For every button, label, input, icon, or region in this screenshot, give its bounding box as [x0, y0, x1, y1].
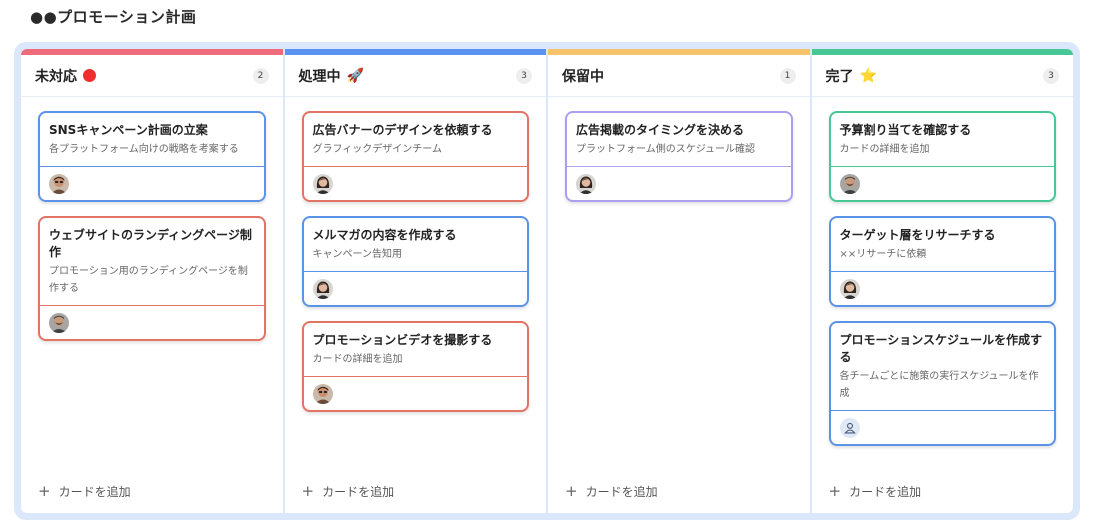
- column-title: 処理中: [298, 68, 341, 85]
- add-card-label: カードを追加: [58, 484, 131, 499]
- column-title: 未対応: [35, 68, 77, 85]
- card-description: プロモーション用のランディングページを制作する: [49, 266, 248, 294]
- star-icon: ⭐: [859, 67, 877, 84]
- add-card-button[interactable]: + カードを追加: [285, 469, 547, 513]
- column-1: 未対応 2 SNSキャンペーン計画の立案各プラットフォーム向けの戦略を考案するウェブ…: [21, 49, 283, 513]
- card-footer: [830, 166, 1054, 200]
- user-icon[interactable]: [839, 417, 860, 438]
- column-title: 保留中: [562, 68, 604, 85]
- card-description: キャンペーン告知用: [312, 249, 403, 260]
- column-3: 保留中 1 広告掲載のタイミングを決める プラットフォーム側のスケジュール確認 + カード…: [548, 49, 810, 513]
- add-card-button[interactable]: + カードを追加: [548, 469, 810, 513]
- card-count-badge: 2: [252, 67, 269, 84]
- card-description: グラフィックデザインチーム: [312, 144, 443, 155]
- avatar[interactable]: [49, 312, 69, 333]
- card-count-badge: 1: [779, 67, 796, 84]
- avatar[interactable]: [839, 173, 860, 194]
- add-card-label: カードを追加: [849, 484, 922, 499]
- card-list: 予算割り当てを確認する カードの詳細を追加ターゲット層をリサーチする ××リサーチに…: [812, 97, 1074, 469]
- avatar[interactable]: [312, 173, 333, 194]
- task-card[interactable]: プロモーションビデオを撮影する カードの詳細を追加: [301, 321, 529, 412]
- task-card[interactable]: SNSキャンペーン計画の立案各プラットフォーム向けの戦略を考案する: [38, 111, 266, 202]
- task-card[interactable]: 広告掲載のタイミングを決める プラットフォーム側のスケジュール確認: [565, 111, 793, 202]
- card-footer: [303, 166, 527, 200]
- card-description: 各チームごとに施策の実行スケジュールを作成: [839, 371, 1039, 399]
- card-title: 広告掲載のタイミングを決める: [576, 123, 745, 137]
- card-title: プロモーションビデオを撮影する: [312, 333, 493, 347]
- card-description: カードの詳細を追加: [312, 354, 403, 365]
- card-title: ターゲット層をリサーチする: [839, 228, 996, 242]
- plus-icon: +: [301, 481, 315, 500]
- plus-icon: +: [828, 481, 842, 500]
- column-2: 処理中 🚀 3 広告バナーのデザインを依頼する グラフィックデザインチーム メルマガの内容…: [284, 49, 547, 513]
- card-footer: [303, 376, 527, 410]
- card-footer: [567, 166, 791, 200]
- column-header[interactable]: 未対応 2: [21, 55, 283, 97]
- card-list: 広告バナーのデザインを依頼する グラフィックデザインチーム メルマガの内容を作成する…: [285, 97, 547, 469]
- avatar[interactable]: [839, 278, 860, 299]
- avatar[interactable]: [576, 173, 596, 194]
- card-title: プロモーションスケジュールを作成する: [839, 333, 1043, 364]
- rocket-icon: 🚀: [346, 67, 364, 84]
- card-footer: [830, 410, 1054, 444]
- task-card[interactable]: ターゲット層をリサーチする ××リサーチに依頼: [828, 216, 1056, 307]
- kanban-board: 未対応 2 SNSキャンペーン計画の立案各プラットフォーム向けの戦略を考案するウェブ…: [14, 42, 1080, 520]
- card-count-badge: 3: [1043, 67, 1059, 84]
- card-title: ウェブサイトのランディングページ制作: [49, 228, 252, 259]
- card-description: ××リサーチに依頼: [839, 249, 927, 260]
- add-card-button[interactable]: + カードを追加: [812, 469, 1074, 513]
- card-description: プラットフォーム側のスケジュール確認: [576, 144, 755, 155]
- column-header[interactable]: 保留中 1: [548, 55, 810, 97]
- card-footer: [830, 271, 1054, 305]
- card-footer: [303, 271, 527, 305]
- page-title: ●●プロモーション計画: [30, 8, 197, 26]
- plus-icon: +: [565, 481, 578, 500]
- task-card[interactable]: 広告バナーのデザインを依頼する グラフィックデザインチーム: [301, 111, 529, 202]
- card-title: SNSキャンペーン計画の立案: [49, 123, 208, 137]
- task-card[interactable]: 予算割り当てを確認する カードの詳細を追加: [828, 111, 1056, 202]
- task-card[interactable]: メルマガの内容を作成する キャンペーン告知用: [301, 216, 529, 307]
- card-list: SNSキャンペーン計画の立案各プラットフォーム向けの戦略を考案するウェブサイトの…: [21, 97, 283, 469]
- column-4: 完了 ⭐ 3 予算割り当てを確認する カードの詳細を追加ターゲット層をリサーチする ××リ…: [811, 49, 1074, 513]
- column-title: 完了: [825, 68, 854, 85]
- task-card[interactable]: プロモーションスケジュールを作成する 各チームごとに施策の実行スケジュールを作成: [828, 321, 1056, 446]
- red-circle-icon: [83, 69, 96, 82]
- card-title: メルマガの内容を作成する: [312, 228, 457, 242]
- avatar[interactable]: [312, 383, 333, 404]
- card-footer: [40, 305, 264, 339]
- column-header[interactable]: 完了 ⭐ 3: [811, 55, 1073, 97]
- plus-icon: +: [38, 481, 51, 500]
- card-title: 広告バナーのデザインを依頼する: [312, 123, 493, 137]
- card-count-badge: 3: [516, 67, 532, 84]
- card-footer: [40, 166, 264, 200]
- column-header[interactable]: 処理中 🚀 3: [284, 55, 546, 97]
- add-card-label: カードを追加: [585, 484, 658, 499]
- card-description: 各プラットフォーム向けの戦略を考案する: [49, 144, 239, 155]
- avatar[interactable]: [312, 278, 333, 299]
- card-title: 予算割り当てを確認する: [839, 123, 972, 137]
- task-card[interactable]: ウェブサイトのランディングページ制作 プロモーション用のランディングページを制作す…: [38, 216, 266, 341]
- card-list: 広告掲載のタイミングを決める プラットフォーム側のスケジュール確認: [548, 97, 810, 469]
- add-card-button[interactable]: + カードを追加: [21, 469, 283, 513]
- avatar[interactable]: [49, 173, 69, 194]
- add-card-label: カードを追加: [322, 484, 395, 499]
- card-description: カードの詳細を追加: [839, 144, 930, 155]
